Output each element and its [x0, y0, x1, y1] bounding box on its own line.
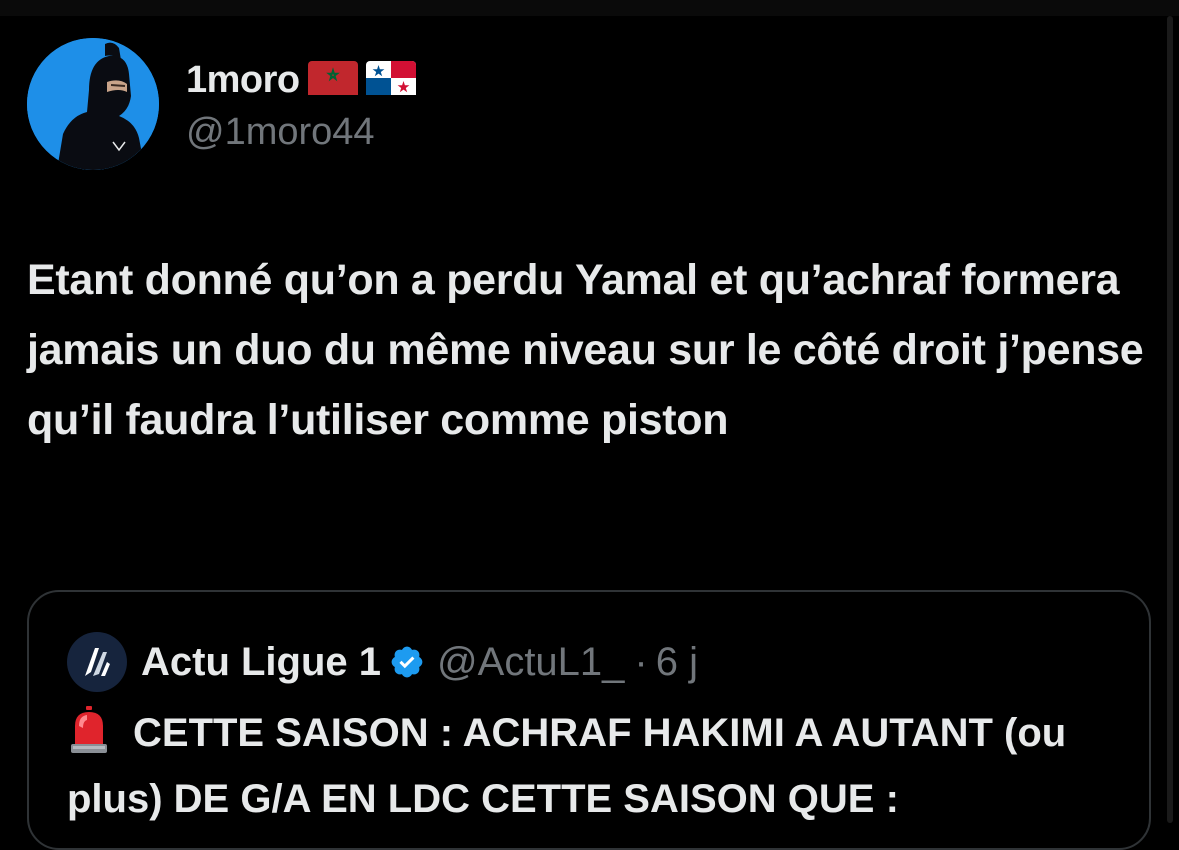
post-text: Etant donné qu’on a perdu Yamal et qu’ac… [27, 256, 1144, 444]
avatar-image [27, 38, 159, 170]
quoted-post-time[interactable]: 6 j [656, 640, 698, 685]
verified-badge-icon [389, 644, 425, 680]
scrollbar[interactable] [1167, 16, 1173, 823]
ligue1-logo-icon [85, 648, 110, 676]
siren-icon [67, 706, 111, 770]
author-info: 1moro @1moro44 [186, 55, 416, 154]
top-status-strip [0, 0, 1179, 16]
quoted-author-handle[interactable]: @ActuL1_ [437, 640, 624, 685]
panama-flag-icon [365, 61, 416, 100]
quoted-author-avatar[interactable] [67, 632, 127, 692]
quoted-post-header: Actu Ligue 1 @ActuL1_ · 6 j [67, 632, 698, 692]
post-header: 1moro @1moro44 [27, 37, 416, 171]
author-handle[interactable]: @1moro44 [186, 111, 416, 154]
avatar[interactable] [27, 38, 159, 170]
quoted-author-name[interactable]: Actu Ligue 1 [141, 640, 381, 685]
quoted-post-card[interactable]: Actu Ligue 1 @ActuL1_ · 6 j CETTE SAISON… [27, 590, 1151, 850]
quoted-post-text: CETTE SAISON : ACHRAF HAKIMI A AUTANT (o… [67, 704, 1127, 828]
display-name[interactable]: 1moro [186, 59, 300, 102]
quoted-post-text-content: CETTE SAISON : ACHRAF HAKIMI A AUTANT (o… [67, 711, 1067, 821]
display-name-row[interactable]: 1moro [186, 55, 416, 107]
separator-dot: · [634, 639, 648, 684]
morocco-flag-icon [307, 61, 358, 100]
